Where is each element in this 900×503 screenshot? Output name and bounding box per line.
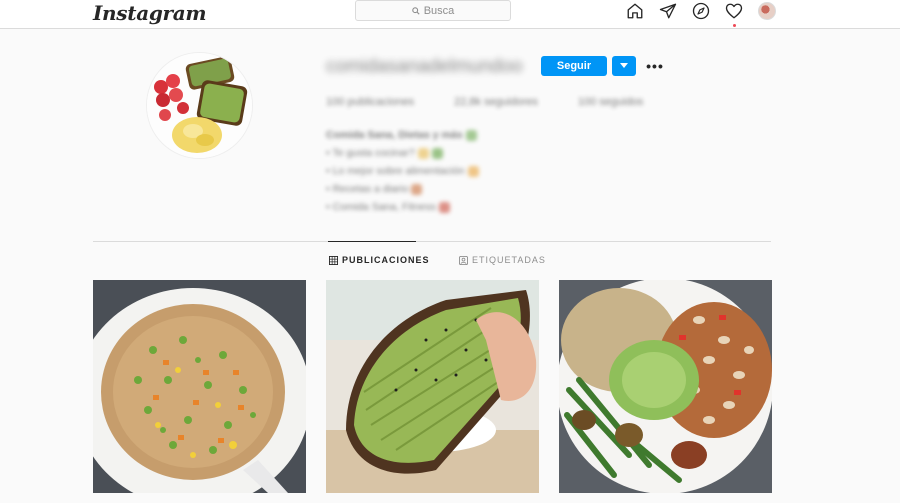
tabs-divider [93, 241, 771, 242]
posts-count[interactable]: 100 publicaciones [326, 96, 414, 108]
grid-icon [329, 255, 338, 265]
bio-line: • Recetas a diario [326, 183, 409, 195]
bowl-emoji-icon [465, 129, 477, 141]
bio-line: • Te gusta cocinar? [326, 147, 415, 159]
tab-publications[interactable]: PUBLICACIONES [329, 255, 430, 265]
more-options-button[interactable]: ••• [646, 57, 664, 75]
strength-emoji-icon [438, 201, 450, 213]
bio-name: Comida Sana, Dietas y más [326, 129, 463, 141]
direct-message-icon[interactable] [659, 2, 677, 20]
fried-rice-image [93, 280, 306, 493]
home-icon[interactable] [626, 2, 644, 20]
chevron-down-icon [620, 63, 628, 68]
post-thumbnail[interactable] [326, 280, 539, 493]
instagram-logo[interactable]: Instagram [93, 1, 207, 25]
tab-publications-label: PUBLICACIONES [342, 255, 430, 265]
tab-tagged[interactable]: ETIQUETADAS [459, 255, 546, 265]
profile-stats: 100 publicaciones 22,8k seguidores 100 s… [326, 96, 643, 108]
profile-avatar-icon[interactable] [758, 2, 776, 20]
tab-tagged-label: ETIQUETADAS [472, 255, 546, 265]
post-thumbnail[interactable] [559, 280, 772, 493]
search-placeholder: Busca [423, 4, 455, 17]
followers-count[interactable]: 22,8k seguidores [454, 96, 538, 108]
top-navigation: Instagram Busca [0, 0, 900, 29]
active-tab-indicator [328, 241, 416, 242]
bean-bowl-image [559, 280, 772, 493]
suggestions-dropdown-button[interactable] [612, 56, 636, 76]
taco-emoji-icon [467, 165, 479, 177]
nav-icons [626, 2, 776, 27]
profile-username: comidasanadelmundoo [326, 56, 523, 77]
profile-bio: Comida Sana, Dietas y más • Te gusta coc… [326, 126, 479, 216]
book-emoji-icon [411, 183, 423, 195]
post-thumbnail[interactable] [93, 280, 306, 493]
search-icon [411, 6, 420, 15]
bio-line: • Lo mejor sobre alimentación [326, 165, 465, 177]
tag-portrait-icon [459, 255, 468, 265]
food-emoji-icon [417, 147, 429, 159]
activity-heart-icon[interactable] [725, 2, 743, 27]
avocado-toast-image [326, 280, 539, 493]
leaf-emoji-icon [431, 147, 443, 159]
profile-picture [146, 52, 253, 159]
following-count[interactable]: 100 seguidos [578, 96, 643, 108]
bio-line: • Comida Sana, Fitness [326, 201, 436, 213]
follow-button[interactable]: Seguir [541, 56, 607, 76]
explore-icon[interactable] [692, 2, 710, 20]
search-input[interactable]: Busca [355, 0, 511, 21]
notification-dot [733, 24, 736, 27]
